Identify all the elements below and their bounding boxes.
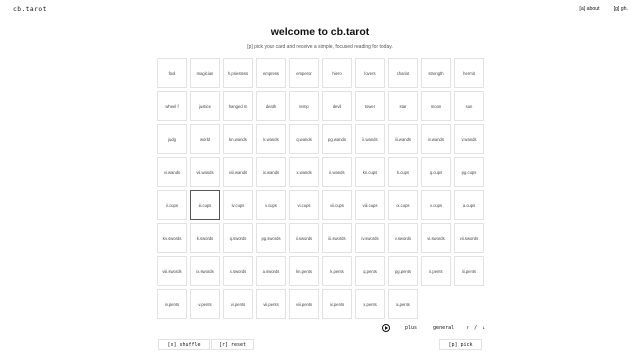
- tarot-card[interactable]: iv.wands: [421, 124, 451, 154]
- card-grid: fool magician h.priestess empress emperor hie…: [157, 58, 484, 319]
- tarot-card[interactable]: ii.pents: [421, 256, 451, 286]
- tarot-card[interactable]: wheel f: [157, 91, 187, 121]
- tarot-card[interactable]: a.swords: [256, 256, 286, 286]
- tarot-card[interactable]: chariot: [388, 58, 418, 88]
- tarot-card[interactable]: vi.wands: [157, 157, 187, 187]
- tarot-card[interactable]: iv.swords: [355, 223, 385, 253]
- up-down-arrows[interactable]: ↑ / ↓: [466, 325, 486, 331]
- tarot-card[interactable]: v.cups: [256, 190, 286, 220]
- shuffle-button[interactable]: [x] shuffle: [158, 339, 210, 350]
- tarot-card[interactable]: ii.cups: [157, 190, 187, 220]
- tarot-card[interactable]: strength: [421, 58, 451, 88]
- tarot-card[interactable]: empress: [256, 58, 286, 88]
- nav-github-link[interactable]: [g] gh.: [614, 6, 628, 12]
- tarot-card[interactable]: star: [388, 91, 418, 121]
- plus-toggle[interactable]: plus: [405, 325, 417, 331]
- tarot-card[interactable]: viii.pents: [289, 289, 319, 319]
- tarot-card[interactable]: a.cups: [454, 190, 484, 220]
- tarot-card[interactable]: ix.cups: [388, 190, 418, 220]
- site-logo[interactable]: cb.tarot: [13, 6, 47, 13]
- play-icon: [385, 326, 388, 330]
- tarot-card[interactable]: k.pents: [322, 256, 352, 286]
- tarot-card[interactable]: vi.pents: [223, 289, 253, 319]
- tarot-card[interactable]: ix.wands: [256, 157, 286, 187]
- tarot-card[interactable]: ii.wands: [355, 124, 385, 154]
- tarot-card[interactable]: v.pents: [190, 289, 220, 319]
- tarot-card[interactable]: vii.swords: [454, 223, 484, 253]
- tarot-card[interactable]: iv.cups: [223, 190, 253, 220]
- tarot-card[interactable]: kn.wands: [223, 124, 253, 154]
- page-title: welcome to cb.tarot: [270, 26, 370, 38]
- general-toggle[interactable]: general: [433, 325, 454, 331]
- tarot-card[interactable]: ii.wands: [322, 157, 352, 187]
- tarot-card[interactable]: x.swords: [223, 256, 253, 286]
- tarot-card[interactable]: h.priestess: [223, 58, 253, 88]
- tarot-card[interactable]: viii.cups: [355, 190, 385, 220]
- tarot-card[interactable]: justice: [190, 91, 220, 121]
- tarot-card[interactable]: hiero: [322, 58, 352, 88]
- tarot-card[interactable]: ix.swords: [190, 256, 220, 286]
- tarot-card[interactable]: ii.swords: [289, 223, 319, 253]
- tarot-card[interactable]: judg: [157, 124, 187, 154]
- tarot-card[interactable]: moon: [421, 91, 451, 121]
- tarot-card[interactable]: k.wands: [256, 124, 286, 154]
- tarot-card[interactable]: v.swords: [388, 223, 418, 253]
- tarot-card[interactable]: x.cups: [421, 190, 451, 220]
- tarot-card[interactable]: magician: [190, 58, 220, 88]
- tarot-card[interactable]: q.cups: [421, 157, 451, 187]
- tarot-card[interactable]: x.pents: [355, 289, 385, 319]
- tarot-card[interactable]: iii.pents: [454, 256, 484, 286]
- tarot-card[interactable]: q.pents: [355, 256, 385, 286]
- tarot-card[interactable]: vii.wands: [190, 157, 220, 187]
- tarot-card[interactable]: vii.cups: [322, 190, 352, 220]
- tarot-card[interactable]: hanged m: [223, 91, 253, 121]
- tarot-card[interactable]: pg.swords: [256, 223, 286, 253]
- tarot-card[interactable]: k.cups: [388, 157, 418, 187]
- tarot-card[interactable]: iii.swords: [322, 223, 352, 253]
- tarot-card[interactable]: fool: [157, 58, 187, 88]
- tarot-card[interactable]: a.pents: [388, 289, 418, 319]
- tarot-card[interactable]: viii.swords: [157, 256, 187, 286]
- tarot-card[interactable]: lovers: [355, 58, 385, 88]
- top-nav: [a] about [g] gh.: [579, 6, 628, 12]
- tarot-card[interactable]: vi.swords: [421, 223, 451, 253]
- tarot-card[interactable]: hermit: [454, 58, 484, 88]
- tarot-card[interactable]: x.wands: [289, 157, 319, 187]
- nav-about-link[interactable]: [a] about: [579, 6, 599, 12]
- reset-button[interactable]: [r] reset: [211, 339, 254, 350]
- tarot-card[interactable]: q.swords: [223, 223, 253, 253]
- tarot-card[interactable]: vi.cups: [289, 190, 319, 220]
- tarot-card[interactable]: pg.wands: [322, 124, 352, 154]
- tarot-card[interactable]: q.wands: [289, 124, 319, 154]
- tarot-card[interactable]: viii.wands: [223, 157, 253, 187]
- tarot-card[interactable]: kn.cups: [355, 157, 385, 187]
- tarot-card[interactable]: vii.pents: [256, 289, 286, 319]
- tarot-card[interactable]: world: [190, 124, 220, 154]
- play-button[interactable]: [382, 324, 390, 332]
- tarot-card[interactable]: tower: [355, 91, 385, 121]
- reading-controls: plus general ↑ / ↓: [382, 324, 486, 332]
- page-subtitle: [p] pick your card and receive a simple,…: [247, 44, 393, 50]
- pick-button[interactable]: [p] pick: [439, 339, 482, 350]
- tarot-card[interactable]: sun: [454, 91, 484, 121]
- tarot-card[interactable]: temp: [289, 91, 319, 121]
- tarot-card[interactable]: k.swords: [190, 223, 220, 253]
- tarot-card[interactable]: iv.pents: [157, 289, 187, 319]
- tarot-card[interactable]: devil: [322, 91, 352, 121]
- tarot-card[interactable]: v.wands: [454, 124, 484, 154]
- tarot-card[interactable]: pg.pents: [388, 256, 418, 286]
- tarot-card[interactable]: emperor: [289, 58, 319, 88]
- tarot-card[interactable]: iii.cups: [190, 190, 220, 220]
- tarot-card[interactable]: death: [256, 91, 286, 121]
- tarot-card[interactable]: kn.pents: [289, 256, 319, 286]
- tarot-card[interactable]: ix.pents: [322, 289, 352, 319]
- tarot-card[interactable]: iii.wands: [388, 124, 418, 154]
- top-bar: cb.tarot [a] about [g] gh.: [0, 0, 640, 20]
- tarot-card[interactable]: kn.swords: [157, 223, 187, 253]
- tarot-card[interactable]: pg.cups: [454, 157, 484, 187]
